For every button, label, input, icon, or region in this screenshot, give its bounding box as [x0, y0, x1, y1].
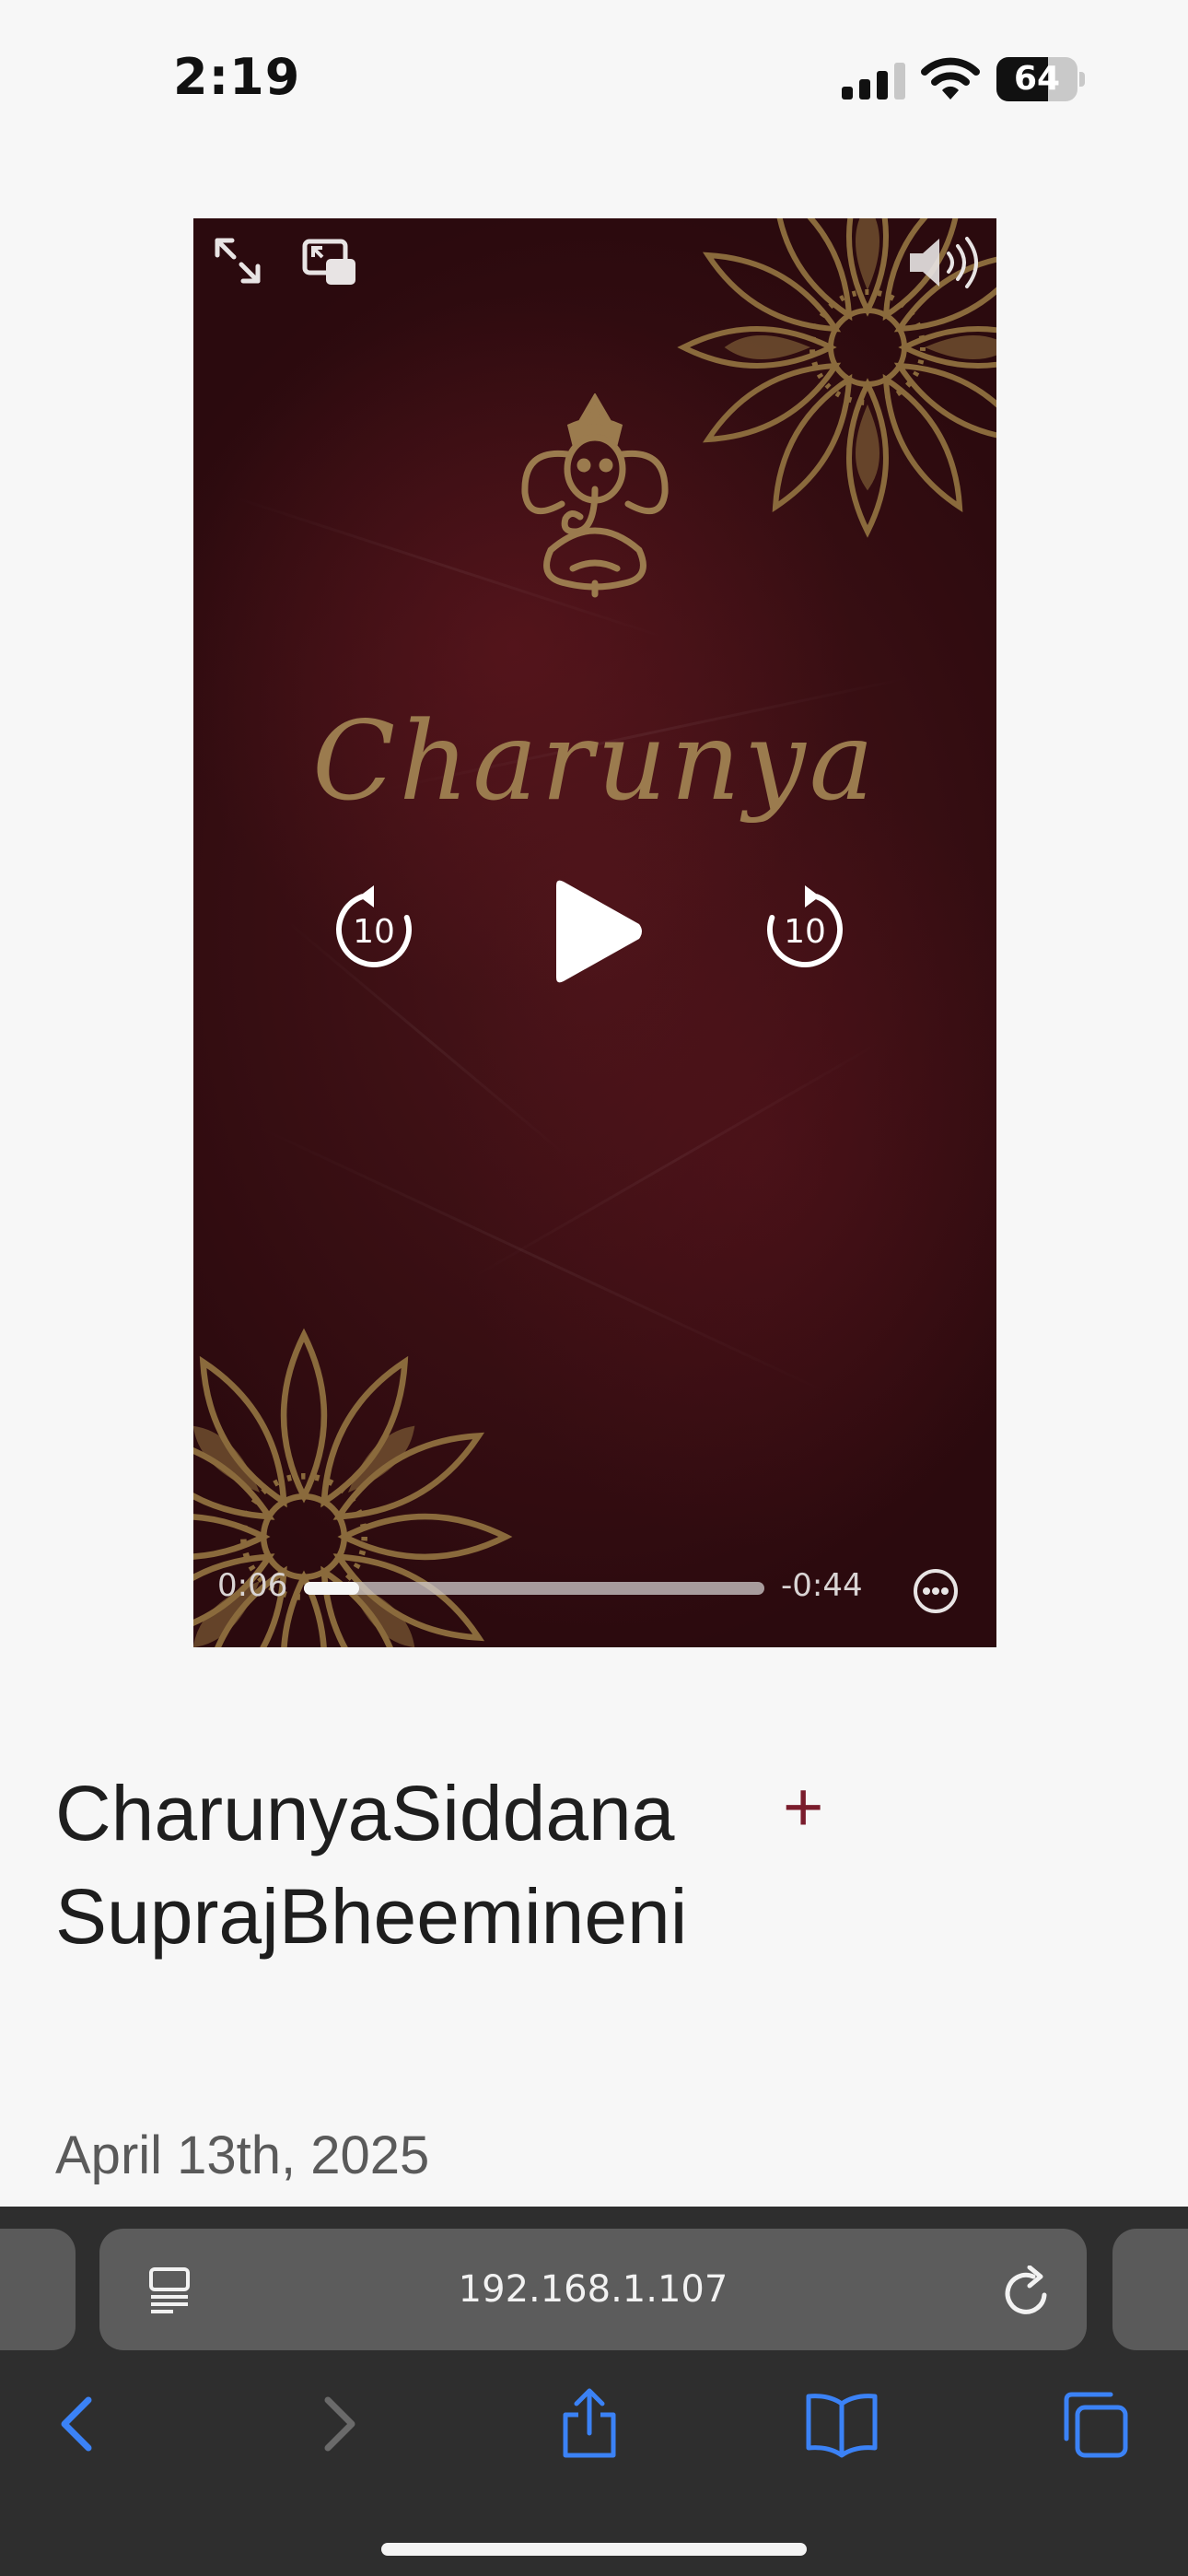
- add-button[interactable]: +: [783, 1762, 823, 1854]
- video-title-script: Charunya: [311, 697, 879, 825]
- skip-back-icon[interactable]: 10: [332, 885, 416, 970]
- ganesha-emblem: [521, 393, 669, 598]
- share-icon[interactable]: [553, 2387, 626, 2461]
- names-line-1: CharunyaSiddana: [55, 1770, 675, 1856]
- playback-scrubber[interactable]: [304, 1582, 764, 1595]
- couple-names: CharunyaSiddana SuprajBheemineni: [55, 1762, 687, 1968]
- skip-back-seconds: 10: [353, 913, 395, 951]
- home-indicator: [381, 2543, 807, 2556]
- status-time: 2:19: [173, 48, 301, 106]
- pip-icon[interactable]: [302, 239, 357, 287]
- event-date: April 13th, 2025: [55, 2125, 430, 2185]
- tabs-icon[interactable]: [1057, 2387, 1131, 2461]
- previous-tab-preview[interactable]: [0, 2229, 76, 2350]
- address-bar[interactable]: 192.168.1.107: [99, 2229, 1087, 2350]
- url-text[interactable]: 192.168.1.107: [99, 2229, 1087, 2350]
- skip-forward-seconds: 10: [784, 913, 826, 951]
- play-icon[interactable]: [543, 878, 645, 985]
- next-tab-preview[interactable]: [1112, 2229, 1188, 2350]
- video-player[interactable]: Charunya 10 10 0:06 -0:44: [193, 218, 996, 1647]
- battery-icon: 64: [996, 57, 1085, 103]
- cellular-signal-icon: [842, 63, 905, 100]
- browser-bottom-bar: 192.168.1.107: [0, 2207, 1188, 2576]
- bookmarks-icon[interactable]: [805, 2387, 879, 2461]
- forward-icon[interactable]: [300, 2387, 374, 2461]
- names-line-2: SuprajBheemineni: [55, 1873, 688, 1960]
- wifi-icon: [921, 57, 980, 100]
- skip-forward-icon[interactable]: 10: [763, 885, 847, 970]
- expand-icon[interactable]: [210, 233, 265, 288]
- status-bar: 2:19 64: [0, 0, 1188, 157]
- reload-icon[interactable]: [1002, 2266, 1052, 2317]
- playback-progress: [304, 1582, 359, 1595]
- remaining-time: -0:44: [781, 1567, 863, 1604]
- more-icon[interactable]: [912, 1567, 960, 1615]
- back-icon[interactable]: [42, 2387, 116, 2461]
- volume-icon[interactable]: [906, 235, 980, 290]
- battery-percentage: 64: [1013, 60, 1061, 98]
- elapsed-time: 0:06: [217, 1567, 288, 1604]
